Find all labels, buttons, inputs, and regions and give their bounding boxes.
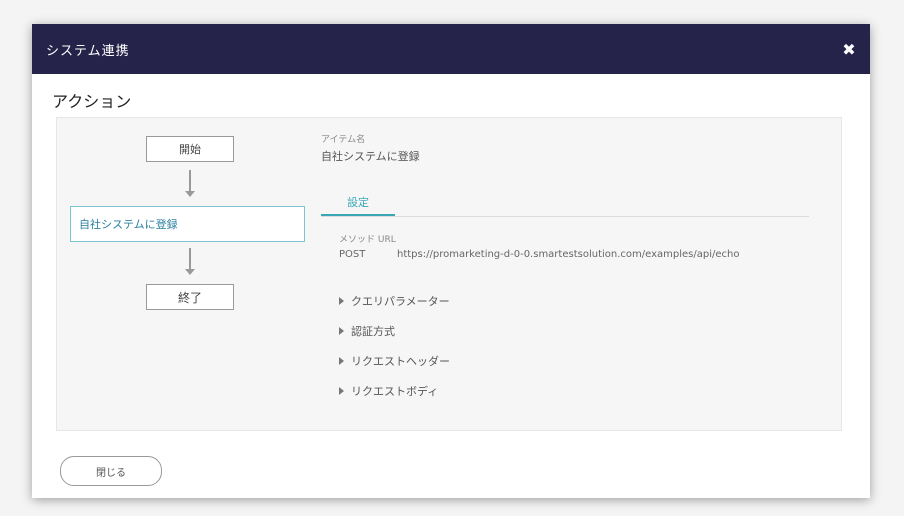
expand-request-headers[interactable]: リクエストヘッダー	[339, 346, 450, 376]
section-title: アクション	[52, 92, 132, 111]
expand-label: リクエストヘッダー	[351, 355, 450, 368]
close-icon[interactable]: ✖	[840, 40, 858, 59]
dialog-title: システム連携	[46, 43, 130, 59]
item-detail: アイテム名 自社システムに登録	[321, 132, 821, 164]
item-name-label: アイテム名	[321, 135, 366, 145]
request-url: https://promarketing-d-0-0.smartestsolut…	[397, 249, 740, 260]
caret-right-icon	[339, 357, 344, 365]
expand-auth-method[interactable]: 認証方式	[339, 316, 450, 346]
detail-tabs: 設定	[321, 190, 809, 217]
method-url-label: メソッド URL	[339, 235, 396, 245]
expand-label: クエリパラメーター	[351, 295, 450, 308]
flow-arrow-down-icon	[185, 248, 195, 275]
flow-action-node[interactable]: 自社システムに登録	[70, 206, 305, 242]
flow-end-node[interactable]: 終了	[146, 284, 234, 310]
system-integration-dialog: システム連携 ✖ アクション 開始 自社システムに登録 終了 アイテム名 自社シ…	[32, 24, 870, 498]
tab-settings[interactable]: 設定	[321, 190, 395, 216]
caret-right-icon	[339, 387, 344, 395]
caret-right-icon	[339, 297, 344, 305]
expandable-sections: クエリパラメーター 認証方式 リクエストヘッダー リクエストボディ	[339, 286, 450, 406]
request-method: POST	[339, 249, 366, 260]
action-panel: 開始 自社システムに登録 終了 アイテム名 自社システムに登録 設定 メソッド …	[56, 117, 842, 431]
expand-query-params[interactable]: クエリパラメーター	[339, 286, 450, 316]
expand-request-body[interactable]: リクエストボディ	[339, 376, 450, 406]
expand-label: 認証方式	[351, 325, 395, 338]
flow-arrow-down-icon	[185, 170, 195, 197]
item-name-value: 自社システムに登録	[321, 150, 420, 163]
dialog-titlebar: システム連携 ✖	[32, 24, 870, 74]
close-button[interactable]: 閉じる	[60, 456, 162, 486]
caret-right-icon	[339, 327, 344, 335]
expand-label: リクエストボディ	[351, 385, 439, 398]
flow-start-node[interactable]: 開始	[146, 136, 234, 162]
request-info: メソッド URL POST https://promarketing-d-0-0…	[339, 232, 829, 260]
